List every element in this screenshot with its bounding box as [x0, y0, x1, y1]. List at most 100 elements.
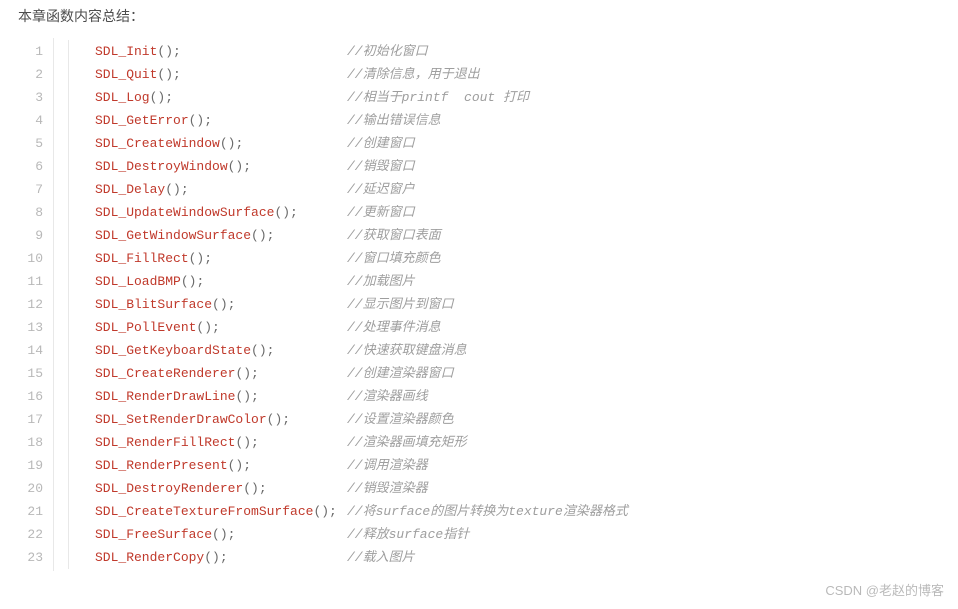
indent-guide — [68, 224, 69, 247]
code-line: SDL_SetRenderDrawColor();//设置渲染器颜色 — [54, 408, 940, 431]
parentheses: () — [251, 343, 267, 358]
line-number: 6 — [18, 155, 43, 178]
parentheses: () — [251, 228, 267, 243]
line-number: 19 — [18, 454, 43, 477]
code-line: SDL_FreeSurface();//释放surface指针 — [54, 523, 940, 546]
code-line: SDL_UpdateWindowSurface();//更新窗口 — [54, 201, 940, 224]
function-call: SDL_SetRenderDrawColor(); — [95, 408, 347, 431]
code-line: SDL_GetError();//输出错误信息 — [54, 109, 940, 132]
parentheses: () — [157, 44, 173, 59]
semicolon: ; — [259, 481, 267, 496]
line-number: 3 — [18, 86, 43, 109]
code-line: SDL_RenderCopy();//载入图片 — [54, 546, 940, 569]
function-name: SDL_FillRect — [95, 251, 189, 266]
semicolon: ; — [173, 67, 181, 82]
code-line: SDL_CreateWindow();//创建窗口 — [54, 132, 940, 155]
semicolon: ; — [204, 113, 212, 128]
parentheses: () — [235, 435, 251, 450]
semicolon: ; — [282, 412, 290, 427]
line-number: 22 — [18, 523, 43, 546]
function-call: SDL_PollEvent(); — [95, 316, 347, 339]
code-line: SDL_Delay();//延迟窗户 — [54, 178, 940, 201]
indent-guide — [68, 86, 69, 109]
function-call: SDL_Delay(); — [95, 178, 347, 201]
comment: //加载图片 — [347, 270, 415, 293]
semicolon: ; — [251, 366, 259, 381]
function-name: SDL_CreateWindow — [95, 136, 220, 151]
comment: //创建渲染器窗口 — [347, 362, 454, 385]
function-call: SDL_CreateWindow(); — [95, 132, 347, 155]
line-number: 5 — [18, 132, 43, 155]
function-call: SDL_Log(); — [95, 86, 347, 109]
comment: //调用渲染器 — [347, 454, 428, 477]
function-call: SDL_RenderCopy(); — [95, 546, 347, 569]
function-name: SDL_CreateTextureFromSurface — [95, 504, 313, 519]
comment: //创建窗口 — [347, 132, 415, 155]
function-name: SDL_SetRenderDrawColor — [95, 412, 267, 427]
line-number: 11 — [18, 270, 43, 293]
function-call: SDL_FillRect(); — [95, 247, 347, 270]
code-line: SDL_Log();//相当于printf cout 打印 — [54, 86, 940, 109]
code-line: SDL_CreateRenderer();//创建渲染器窗口 — [54, 362, 940, 385]
line-number: 21 — [18, 500, 43, 523]
indent-guide — [68, 293, 69, 316]
comment: //销毁窗口 — [347, 155, 415, 178]
indent-guide — [68, 109, 69, 132]
comment: //渲染器画填充矩形 — [347, 431, 467, 454]
parentheses: () — [228, 159, 244, 174]
semicolon: ; — [290, 205, 298, 220]
parentheses: () — [181, 274, 197, 289]
line-number: 8 — [18, 201, 43, 224]
function-call: SDL_Init(); — [95, 40, 347, 63]
line-number: 12 — [18, 293, 43, 316]
code-line: SDL_Quit();//清除信息，用于退出 — [54, 63, 940, 86]
indent-guide — [68, 155, 69, 178]
indent-guide — [68, 362, 69, 385]
function-name: SDL_Log — [95, 90, 150, 105]
parentheses: () — [189, 113, 205, 128]
code-line: SDL_CreateTextureFromSurface();//将surfac… — [54, 500, 940, 523]
comment: //显示图片到窗口 — [347, 293, 454, 316]
comment: //输出错误信息 — [347, 109, 441, 132]
function-name: SDL_PollEvent — [95, 320, 196, 335]
indent-guide — [68, 408, 69, 431]
function-call: SDL_RenderFillRect(); — [95, 431, 347, 454]
indent-guide — [68, 523, 69, 546]
semicolon: ; — [196, 274, 204, 289]
function-call: SDL_DestroyWindow(); — [95, 155, 347, 178]
semicolon: ; — [235, 136, 243, 151]
function-name: SDL_UpdateWindowSurface — [95, 205, 274, 220]
code-line: SDL_FillRect();//窗口填充颜色 — [54, 247, 940, 270]
code-line: SDL_DestroyRenderer();//销毁渲染器 — [54, 477, 940, 500]
indent-guide — [68, 270, 69, 293]
function-name: SDL_LoadBMP — [95, 274, 181, 289]
line-number: 10 — [18, 247, 43, 270]
semicolon: ; — [165, 90, 173, 105]
function-call: SDL_GetWindowSurface(); — [95, 224, 347, 247]
comment: //设置渲染器颜色 — [347, 408, 454, 431]
function-call: SDL_BlitSurface(); — [95, 293, 347, 316]
comment: //快速获取键盘消息 — [347, 339, 467, 362]
indent-guide — [68, 40, 69, 63]
code-line: SDL_LoadBMP(); //加载图片 — [54, 270, 940, 293]
parentheses: () — [196, 320, 212, 335]
line-number: 14 — [18, 339, 43, 362]
indent-guide — [68, 316, 69, 339]
line-number: 20 — [18, 477, 43, 500]
line-number: 1 — [18, 40, 43, 63]
parentheses: () — [165, 182, 181, 197]
parentheses: () — [235, 366, 251, 381]
comment: //载入图片 — [347, 546, 415, 569]
parentheses: () — [228, 458, 244, 473]
watermark: CSDN @老赵的博客 — [825, 580, 944, 599]
comment: //延迟窗户 — [347, 178, 415, 201]
indent-guide — [68, 431, 69, 454]
function-name: SDL_DestroyWindow — [95, 159, 228, 174]
line-number: 9 — [18, 224, 43, 247]
semicolon: ; — [267, 228, 275, 243]
code-line: SDL_PollEvent();//处理事件消息 — [54, 316, 940, 339]
section-heading: 本章函数内容总结： — [0, 0, 958, 38]
semicolon: ; — [212, 320, 220, 335]
function-name: SDL_BlitSurface — [95, 297, 212, 312]
code-lines: SDL_Init();//初始化窗口SDL_Quit();//清除信息，用于退出… — [54, 38, 940, 571]
